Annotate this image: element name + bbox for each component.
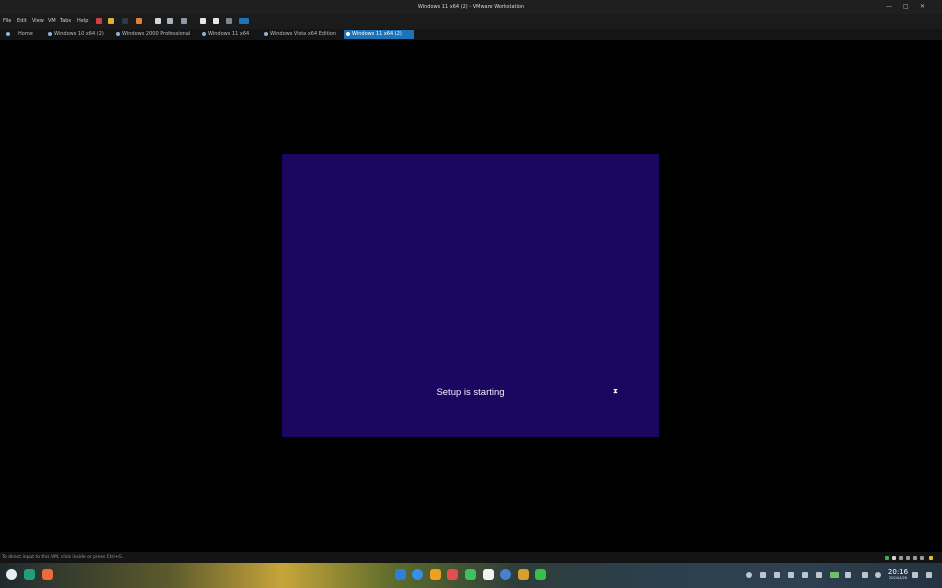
- menu-view[interactable]: View: [32, 14, 44, 29]
- message-log-icon[interactable]: [929, 556, 933, 560]
- browser-app-icon[interactable]: [412, 569, 423, 580]
- cd-dvd-icon[interactable]: [892, 556, 896, 560]
- calendar-app-icon[interactable]: [483, 569, 494, 580]
- clock[interactable]: 20:16 2024/4/28: [884, 568, 912, 581]
- vm-icon: [264, 32, 268, 36]
- vmware-app-icon[interactable]: [518, 569, 529, 580]
- revert-snapshot-icon[interactable]: [167, 18, 173, 24]
- close-button[interactable]: ✕: [920, 0, 925, 14]
- launcher-icon[interactable]: [6, 569, 17, 580]
- restart-icon[interactable]: [136, 18, 142, 24]
- screenshot-icon[interactable]: [862, 572, 868, 578]
- menu-vm[interactable]: VM: [48, 14, 56, 29]
- setup-status-text: Setup is starting: [436, 387, 505, 398]
- maximize-button[interactable]: □: [903, 0, 909, 14]
- wifi-icon[interactable]: [816, 572, 822, 578]
- tab-windows-11-x64-2[interactable]: Windows 11 x64 (2): [344, 30, 414, 39]
- tab-windows-vista[interactable]: Windows Vista x64 Edition: [262, 30, 342, 39]
- volume-icon[interactable]: [802, 572, 808, 578]
- tab-bar: Home Windows 10 x64 (2) Windows 2000 Pro…: [0, 29, 942, 40]
- cloud-icon[interactable]: [746, 572, 752, 578]
- app-store-icon[interactable]: [395, 569, 406, 580]
- network-icon[interactable]: [899, 556, 903, 560]
- vm-icon: [202, 32, 206, 36]
- menu-tabs[interactable]: Tabs: [60, 14, 71, 29]
- terminal-app-icon[interactable]: [24, 569, 35, 580]
- display-icon[interactable]: [920, 556, 924, 560]
- suspend-icon[interactable]: [108, 18, 114, 24]
- host-taskbar: 20:16 2024/4/28: [0, 563, 942, 588]
- thumbnail-icon[interactable]: [213, 18, 219, 24]
- vm-icon: [346, 32, 350, 36]
- minimize-button[interactable]: —: [886, 0, 892, 14]
- power-on-icon[interactable]: [122, 18, 128, 24]
- sound-icon[interactable]: [913, 556, 917, 560]
- menu-edit[interactable]: Edit: [17, 14, 27, 29]
- clock-date: 2024/4/28: [889, 576, 907, 580]
- video-app-icon[interactable]: [447, 569, 458, 580]
- input-hint: To direct input to this VM, click inside…: [2, 555, 124, 560]
- power-off-icon[interactable]: [96, 18, 102, 24]
- folder-app-icon[interactable]: [430, 569, 441, 580]
- hard-disk-icon[interactable]: [885, 556, 889, 560]
- tray-app-icon[interactable]: [760, 572, 766, 578]
- guest-screen[interactable]: Setup is starting ⧗: [282, 154, 659, 437]
- fullscreen-icon[interactable]: [226, 18, 232, 24]
- status-bar: To direct input to this VM, click inside…: [0, 552, 942, 563]
- tab-windows-2000[interactable]: Windows 2000 Professional: [114, 30, 198, 39]
- power-icon[interactable]: [875, 572, 881, 578]
- clock-time: 20:16: [887, 568, 909, 576]
- wechat-app-icon[interactable]: [535, 569, 546, 580]
- usb-icon[interactable]: [906, 556, 910, 560]
- keyboard-icon[interactable]: [774, 572, 780, 578]
- bluetooth-icon[interactable]: [788, 572, 794, 578]
- battery-icon[interactable]: [830, 572, 839, 578]
- window-title: Windows 11 x64 (2) - VMware Workstation: [417, 4, 525, 10]
- tab-home[interactable]: Home: [4, 30, 44, 39]
- settings-app-icon[interactable]: [500, 569, 511, 580]
- menu-file[interactable]: File: [3, 14, 11, 29]
- vm-icon: [48, 32, 52, 36]
- tab-windows-10-x64-2[interactable]: Windows 10 x64 (2): [46, 30, 112, 39]
- music-app-icon[interactable]: [465, 569, 476, 580]
- tab-windows-11-x64[interactable]: Windows 11 x64: [200, 30, 260, 39]
- snapshot-icon[interactable]: [155, 18, 161, 24]
- notification-icon[interactable]: [926, 572, 932, 578]
- show-library-icon[interactable]: [200, 18, 206, 24]
- home-icon: [6, 32, 10, 36]
- trash-icon[interactable]: [912, 572, 918, 578]
- menu-help[interactable]: Help: [77, 14, 88, 29]
- unity-icon[interactable]: [239, 18, 249, 24]
- vm-display[interactable]: Setup is starting ⧗: [0, 40, 942, 552]
- title-bar: Windows 11 x64 (2) - VMware Workstation …: [0, 0, 942, 14]
- file-manager-app-icon[interactable]: [42, 569, 53, 580]
- chevron-right-icon[interactable]: [845, 572, 851, 578]
- busy-cursor-icon: ⧗: [613, 387, 618, 395]
- snapshot-manager-icon[interactable]: [181, 18, 187, 24]
- vm-icon: [116, 32, 120, 36]
